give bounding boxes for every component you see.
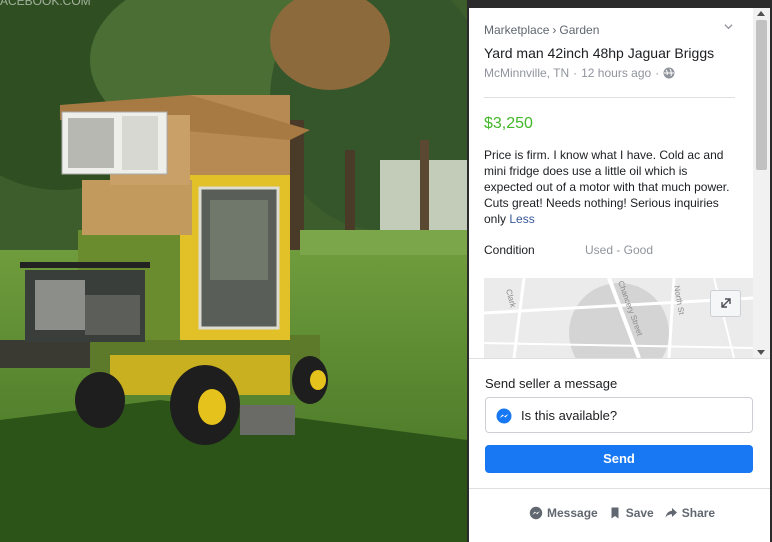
scroll-down-arrow[interactable]: [757, 350, 765, 355]
messenger-icon: [529, 506, 543, 520]
send-button[interactable]: Send: [485, 445, 753, 473]
share-action-label: Share: [681, 506, 716, 520]
chevron-down-icon[interactable]: [724, 22, 733, 31]
message-action-label: Message: [547, 506, 598, 520]
scroll-thumb[interactable]: [756, 20, 767, 170]
action-bar: Message Save Share: [529, 506, 715, 520]
condition-value: Used - Good: [585, 243, 654, 257]
divider: [484, 97, 735, 98]
listing-details-scroll[interactable]: Marketplace › Garden Yard man 42inch 48hp …: [469, 8, 753, 358]
listing-location[interactable]: McMinnville, TN: [484, 66, 569, 80]
breadcrumb-marketplace[interactable]: Marketplace: [484, 23, 549, 37]
save-action-button[interactable]: Save: [608, 506, 654, 520]
bookmark-icon: [611, 507, 619, 519]
breadcrumb-separator: ›: [552, 23, 557, 37]
listing-posted-time: 12 hours ago: [581, 66, 652, 80]
message-action-button[interactable]: Message: [529, 506, 598, 520]
breadcrumb-garden[interactable]: Garden: [559, 23, 599, 37]
send-message-section: Send seller a message Is this available?…: [469, 358, 770, 488]
details-scrollbar[interactable]: [753, 8, 770, 358]
listing-photo-image: [0, 0, 467, 542]
expand-icon: [721, 298, 731, 308]
condition-label: Condition: [484, 243, 535, 257]
message-input-value: Is this available?: [521, 408, 618, 423]
breadcrumb: Marketplace › Garden: [484, 23, 599, 37]
expand-map-button[interactable]: [710, 290, 741, 317]
listing-details-panel: Marketplace › Garden Yard man 42inch 48hp …: [469, 8, 770, 542]
watermark-text: ACEBOOK.COM: [0, 0, 91, 8]
listing-meta: McMinnville, TN · 12 hours ago ·: [484, 66, 675, 80]
listing-price: $3,250: [484, 115, 533, 132]
location-map[interactable]: Clark Chancery Street North St: [484, 278, 753, 358]
marketplace-viewer: ACEBOOK.COM Marketplace › Garden Yard man …: [0, 0, 772, 542]
globe-icon: [663, 67, 675, 79]
message-input[interactable]: Is this available?: [485, 397, 753, 433]
send-message-label: Send seller a message: [485, 376, 618, 391]
listing-actions-footer: Message Save Share: [469, 488, 770, 542]
messenger-icon: [496, 408, 512, 424]
listing-photo[interactable]: ACEBOOK.COM: [0, 0, 467, 542]
listing-description: Price is firm. I know what I have. Cold …: [484, 147, 739, 227]
meta-separator: ·: [655, 66, 660, 80]
share-action-button[interactable]: Share: [664, 506, 715, 520]
share-icon: [665, 508, 677, 518]
save-action-label: Save: [625, 506, 654, 520]
scroll-up-arrow[interactable]: [757, 11, 765, 16]
less-link[interactable]: Less: [509, 212, 534, 226]
listing-title: Yard man 42inch 48hp Jaguar Briggs: [484, 45, 715, 61]
meta-separator: ·: [573, 66, 578, 80]
